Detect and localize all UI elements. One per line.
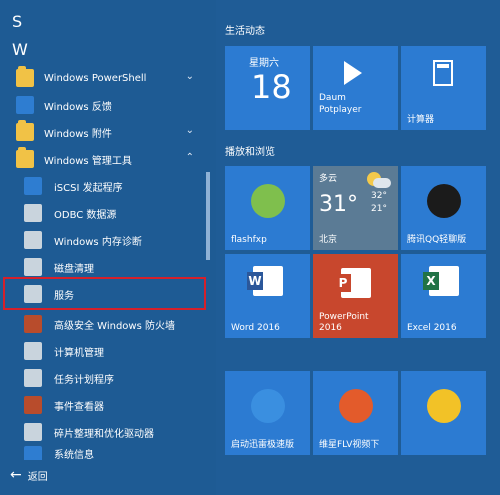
tile-excel[interactable]: X Excel 2016 xyxy=(401,254,486,338)
list-item-powershell[interactable]: Windows PowerShell ⌄ xyxy=(0,65,206,91)
list-item-label: 磁盘清理 xyxy=(54,263,94,275)
list-item-label: Windows 反馈 xyxy=(44,101,112,113)
calculator-icon xyxy=(433,60,453,86)
start-menu: S W Windows PowerShell ⌄ Windows 反馈 Wind… xyxy=(0,0,500,495)
list-item-label: Windows 附件 xyxy=(44,128,112,140)
tile-thunder[interactable]: 启动迅雷极速版 xyxy=(225,371,310,455)
list-item-admin-tools[interactable]: Windows 管理工具 ⌃ xyxy=(0,146,206,172)
tile-label: Daum Potplayer xyxy=(319,93,362,115)
tile-flashfxp[interactable]: flashfxp xyxy=(225,166,310,250)
defrag-icon xyxy=(24,423,42,441)
list-item-label: ODBC 数据源 xyxy=(54,209,117,221)
list-item-tasksched[interactable]: 任务计划程序 xyxy=(0,365,206,391)
list-item-accessories[interactable]: Windows 附件 ⌄ xyxy=(0,119,206,145)
back-button[interactable]: ← 返回 xyxy=(10,467,48,483)
tile-label: 启动迅雷极速版 xyxy=(231,440,295,450)
feedback-icon xyxy=(16,96,34,114)
app-list: S W Windows PowerShell ⌄ Windows 反馈 Wind… xyxy=(0,0,216,495)
folder-icon xyxy=(16,147,34,168)
tile-label: 计算器 xyxy=(407,115,435,125)
storm-player-icon xyxy=(339,389,373,423)
folder-icon xyxy=(16,120,34,141)
list-item-label: 高级安全 Windows 防火墙 xyxy=(54,320,175,332)
list-item-label: 任务计划程序 xyxy=(54,374,114,386)
letter-header-w[interactable]: W xyxy=(12,40,28,59)
tile-label: 腾讯QQ轻聊版 xyxy=(407,235,467,245)
list-item-label: Windows PowerShell xyxy=(44,72,147,84)
list-item-label: 系统信息 xyxy=(54,450,94,460)
tile-qq[interactable]: 腾讯QQ轻聊版 xyxy=(401,166,486,250)
powerpoint-icon: P xyxy=(335,268,371,298)
list-item-label: Windows 管理工具 xyxy=(44,155,132,167)
thunder-bird-icon xyxy=(251,389,285,423)
tile-label: flashfxp xyxy=(231,235,267,245)
firewall-icon xyxy=(24,315,42,333)
word-icon: W xyxy=(247,266,283,296)
clock-icon xyxy=(24,369,42,387)
list-item-eventvwr[interactable]: 事件查看器 xyxy=(0,392,206,418)
list-item-feedback[interactable]: Windows 反馈 xyxy=(0,92,206,118)
tile-label: PowerPoint 2016 xyxy=(319,312,369,333)
iscsi-icon xyxy=(24,177,42,195)
tile-storm-player[interactable]: 维星FLV视频下 xyxy=(313,371,398,455)
cloud-icon xyxy=(373,178,391,188)
list-item-defrag[interactable]: 碎片整理和优化驱动器 xyxy=(0,419,206,445)
calendar-dow: 星期六 xyxy=(249,58,279,69)
tile-weather[interactable]: 多云 31° 32° 21° 北京 xyxy=(313,166,398,250)
letter-header-s[interactable]: S xyxy=(12,12,22,31)
list-item-label: 计算机管理 xyxy=(54,347,104,359)
list-item-label: Windows 内存诊断 xyxy=(54,236,142,248)
odbc-icon xyxy=(24,204,42,222)
list-item-label: iSCSI 发起程序 xyxy=(54,182,123,194)
weather-condition: 多云 xyxy=(319,174,338,184)
weather-city: 北京 xyxy=(319,235,338,245)
group-title-life: 生活动态 xyxy=(225,26,265,37)
flashfxp-icon xyxy=(251,184,285,218)
group-title-play: 播放和浏览 xyxy=(225,147,275,158)
back-label: 返回 xyxy=(27,471,48,483)
tile-word[interactable]: W Word 2016 xyxy=(225,254,310,338)
tile-label: 维星FLV视频下 xyxy=(319,440,380,450)
weather-temp: 31° xyxy=(319,192,358,217)
calendar-day: 18 xyxy=(251,68,292,106)
highlight-box xyxy=(3,277,206,310)
list-item-label: 碎片整理和优化驱动器 xyxy=(54,428,154,440)
app-icon xyxy=(427,389,461,423)
excel-icon: X xyxy=(423,266,459,296)
list-item-firewall[interactable]: 高级安全 Windows 防火墙 xyxy=(0,311,206,337)
tile-label: Excel 2016 xyxy=(407,323,457,333)
scrollbar-thumb[interactable] xyxy=(206,172,210,260)
tile-app[interactable] xyxy=(401,371,486,455)
chevron-up-icon: ⌃ xyxy=(185,152,194,163)
memory-diagnostic-icon xyxy=(24,231,42,249)
system-info-icon xyxy=(24,446,42,460)
qq-penguin-icon xyxy=(427,184,461,218)
list-item-label: 事件查看器 xyxy=(54,401,104,413)
back-arrow-icon: ← xyxy=(10,467,22,483)
tile-calendar[interactable]: 星期六 18 xyxy=(225,46,310,130)
folder-icon xyxy=(16,66,34,87)
list-item-sysinfo[interactable]: 系统信息 xyxy=(0,446,206,460)
weather-low: 21° xyxy=(371,204,387,214)
tile-powerpoint[interactable]: P PowerPoint 2016 xyxy=(313,254,398,338)
disk-cleanup-icon xyxy=(24,258,42,276)
computer-management-icon xyxy=(24,342,42,360)
chevron-down-icon: ⌄ xyxy=(185,125,194,136)
list-item-odbc[interactable]: ODBC 数据源 xyxy=(0,200,206,226)
play-icon xyxy=(344,61,362,85)
chevron-down-icon: ⌄ xyxy=(185,71,194,82)
tile-calculator[interactable]: 计算器 xyxy=(401,46,486,130)
event-viewer-icon xyxy=(24,396,42,414)
tile-label: Word 2016 xyxy=(231,323,280,333)
scrollbar[interactable] xyxy=(206,12,210,457)
list-item-memdiag[interactable]: Windows 内存诊断 xyxy=(0,227,206,253)
weather-high: 32° xyxy=(371,191,387,201)
tile-daum-potplayer[interactable]: Daum Potplayer xyxy=(313,46,398,130)
tiles-panel: 生活动态 星期六 18 Daum Potplayer 计算器 播放和浏览 flas… xyxy=(216,0,500,495)
list-item-compmgmt[interactable]: 计算机管理 xyxy=(0,338,206,364)
list-item-iscsi[interactable]: iSCSI 发起程序 xyxy=(0,173,206,199)
